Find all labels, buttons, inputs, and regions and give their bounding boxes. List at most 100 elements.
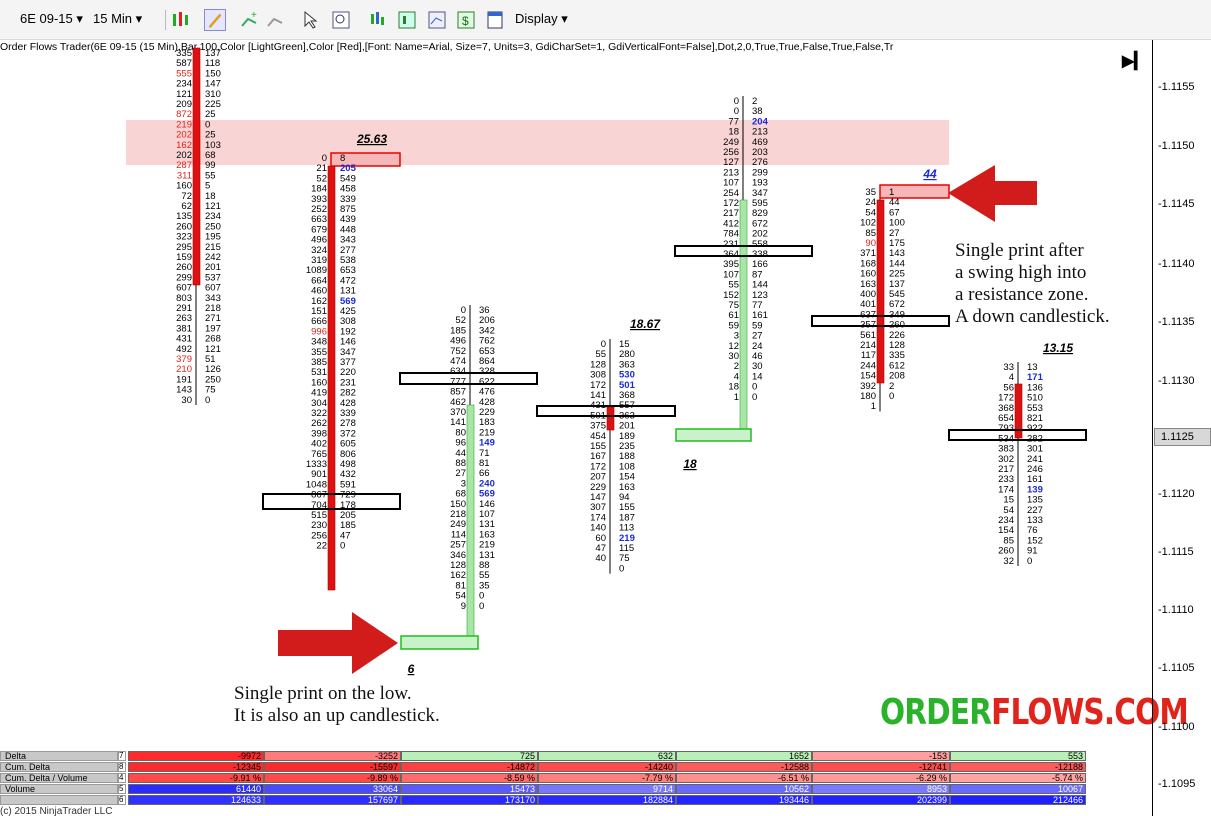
candle-body <box>466 404 475 637</box>
stats-cell: 33064 <box>264 784 401 794</box>
bar-label: 13.15 <box>1043 341 1073 355</box>
orderflows-logo: ORDERFLOWS.COM <box>880 692 1189 733</box>
single-print-highlight <box>675 428 752 442</box>
stats-row-label: Volume <box>0 784 118 794</box>
stats-cell: -14872 <box>401 762 538 772</box>
bid-volume: 30 <box>181 395 192 406</box>
price-tick: -1.1115 <box>1158 546 1194 558</box>
stats-cell: 212466 <box>950 795 1086 805</box>
ask-volume: 0 <box>752 392 757 403</box>
stats-cell: 124633 <box>128 795 264 805</box>
bid-volume: 40 <box>595 553 606 564</box>
stats-row-index: 7 <box>118 751 126 761</box>
bid-volume: 1 <box>734 392 739 403</box>
stats-cell: -9.89 % <box>264 773 401 783</box>
price-tick: -1.1145 <box>1158 198 1195 210</box>
stats-row: Volume 5 61440 33064 15473 9714 10562 8953 10067 <box>0 784 1152 794</box>
low-annotation: Single print on the low. It is also an u… <box>234 683 440 726</box>
candle-body <box>739 199 748 431</box>
price-tick: -1.1110 <box>1158 604 1194 616</box>
ask-volume: 0 <box>1027 556 1032 567</box>
stats-cell: -12188 <box>950 762 1086 772</box>
single-print-highlight <box>400 635 479 650</box>
stats-cell: 10067 <box>950 784 1086 794</box>
stats-cell: -15597 <box>264 762 401 772</box>
stats-row-index: 5 <box>118 784 126 794</box>
stats-cell: 9714 <box>538 784 676 794</box>
current-price-marker: 1.1125 <box>1154 428 1211 446</box>
stats-row-label: Cum. Delta / Volume <box>0 773 118 783</box>
stats-row-index: 4 <box>118 773 126 783</box>
stats-cell: 182884 <box>538 795 676 805</box>
high-annotation: Single print after a swing high into a r… <box>955 240 1110 327</box>
stats-row: Cum. Delta 8 -12345 -15597 -14872 -14240 -1258… <box>0 762 1152 772</box>
stats-cell: 157697 <box>264 795 401 805</box>
stats-cell: 8953 <box>812 784 950 794</box>
stats-cell: -6.29 % <box>812 773 950 783</box>
bid-volume: 1 <box>871 401 876 412</box>
price-tick: -1.1135 <box>1158 316 1195 328</box>
stats-cell: -9.91 % <box>128 773 264 783</box>
bid-volume: 9 <box>461 601 466 612</box>
ask-volume: 0 <box>479 601 484 612</box>
stats-row-index: 8 <box>118 762 126 772</box>
ask-volume: 0 <box>889 391 894 402</box>
stats-row-label: Cum. Delta <box>0 762 118 772</box>
candle-body <box>876 199 885 384</box>
stats-cell: -12588 <box>676 762 812 772</box>
price-tick: -1.1150 <box>1158 140 1195 152</box>
resistance-zone <box>126 120 949 165</box>
stats-cell: 202399 <box>812 795 950 805</box>
stats-cell: -12345 <box>128 762 264 772</box>
stats-cell: 553 <box>950 751 1086 761</box>
stats-cell: 1652 <box>676 751 812 761</box>
stats-cell: 193446 <box>676 795 812 805</box>
candle-body <box>606 406 615 431</box>
arrow-high <box>948 165 1037 222</box>
bar-label: 18.67 <box>630 317 661 331</box>
stats-row: Delta 7 -9972 -3252 725 632 1652 -153 553 <box>0 751 1152 761</box>
stats-table: Delta 7 -9972 -3252 725 632 1652 -153 553 Cum. De… <box>0 751 1152 816</box>
poc-box <box>399 372 538 385</box>
stats-cell: -9972 <box>128 751 264 761</box>
arrow-low <box>278 612 398 674</box>
orderflow-chart[interactable]: 3355875552341212098722192021622022873111… <box>0 0 1152 750</box>
poc-box <box>536 405 676 417</box>
stats-row-label <box>0 795 118 805</box>
stats-cell: -7.79 % <box>538 773 676 783</box>
stats-row-index: 6 <box>118 795 126 805</box>
ask-volume: 0 <box>340 541 345 552</box>
candle-body <box>192 47 201 286</box>
stats-cell: 725 <box>401 751 538 761</box>
price-tick: -1.1095 <box>1158 778 1196 790</box>
stats-cell: 10562 <box>676 784 812 794</box>
stats-cell: -3252 <box>264 751 401 761</box>
stats-cell: -5.74 % <box>950 773 1086 783</box>
price-tick: -1.1130 <box>1158 375 1195 387</box>
stats-cell: -8.59 % <box>401 773 538 783</box>
price-tick: -1.1105 <box>1158 662 1195 674</box>
ask-volume: 0 <box>205 395 210 406</box>
chart-window: 6E 09-15 ▾ 15 Min ▾ + $ Display ▾ Order … <box>0 0 1211 816</box>
stats-cell: -153 <box>812 751 950 761</box>
stats-cell: 632 <box>538 751 676 761</box>
logo-part1: ORDER <box>880 692 992 733</box>
ask-volume: 0 <box>619 563 624 574</box>
bid-volume: 32 <box>1003 556 1014 567</box>
bar-label: 18 <box>683 457 697 471</box>
price-tick: -1.1120 <box>1158 488 1195 500</box>
stats-cell: 173170 <box>401 795 538 805</box>
price-tick: -1.1155 <box>1158 81 1195 93</box>
candle-body <box>327 165 336 591</box>
stats-row-label: Delta <box>0 751 118 761</box>
stats-row: 6 124633 157697 173170 182884 193446 202399 212… <box>0 795 1152 805</box>
stats-row: Cum. Delta / Volume 4 -9.91 % -9.89 % -8.59 … <box>0 773 1152 783</box>
bar-label: 6 <box>408 662 415 676</box>
copyright-text: (c) 2015 NinjaTrader LLC <box>0 806 113 816</box>
bar-label: 44 <box>922 167 937 181</box>
stats-cell: -6.51 % <box>676 773 812 783</box>
bid-volume: 22 <box>316 541 327 552</box>
price-tick: -1.1100 <box>1158 721 1195 733</box>
bar-label: 25.63 <box>356 132 387 146</box>
price-tick: -1.1140 <box>1158 258 1195 270</box>
